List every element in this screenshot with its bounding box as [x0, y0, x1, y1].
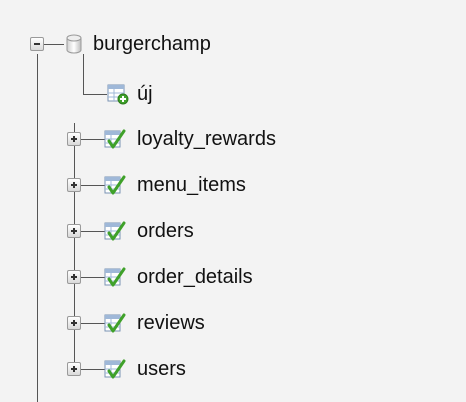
- tree-line: [83, 54, 84, 94]
- table-row[interactable]: orders: [0, 217, 466, 245]
- table-row[interactable]: order_details: [0, 263, 466, 291]
- table-structure-icon: [104, 129, 126, 149]
- tree-line: [81, 277, 105, 278]
- table-row[interactable]: users: [0, 355, 466, 383]
- expand-toggle[interactable]: [67, 224, 81, 238]
- new-table-icon: [107, 84, 129, 105]
- table-name[interactable]: orders: [137, 217, 194, 245]
- tree-line: [81, 323, 105, 324]
- tree-line: [81, 369, 105, 370]
- expand-toggle[interactable]: [67, 132, 81, 146]
- table-structure-icon: [104, 175, 126, 195]
- table-structure-icon: [104, 359, 126, 379]
- table-name[interactable]: loyalty_rewards: [137, 125, 276, 153]
- expand-toggle[interactable]: [67, 270, 81, 284]
- tree-line: [81, 231, 105, 232]
- table-name[interactable]: users: [137, 355, 186, 383]
- table-name[interactable]: menu_items: [137, 171, 246, 199]
- database-icon: [66, 34, 82, 54]
- database-name[interactable]: burgerchamp: [93, 30, 211, 58]
- new-table-row[interactable]: új: [0, 54, 466, 108]
- table-row[interactable]: menu_items: [0, 171, 466, 199]
- table-row[interactable]: loyalty_rewards: [0, 125, 466, 153]
- navigation-tree: burgerchamp új loyalty_rewards menu_items…: [0, 0, 466, 402]
- table-structure-icon: [104, 267, 126, 287]
- table-name[interactable]: reviews: [137, 309, 205, 337]
- expand-toggle[interactable]: [67, 178, 81, 192]
- new-table-label[interactable]: új: [137, 80, 153, 108]
- collapse-toggle[interactable]: [30, 37, 44, 51]
- tree-line: [81, 185, 105, 186]
- table-structure-icon: [104, 221, 126, 241]
- tree-line: [81, 139, 105, 140]
- tree-line: [83, 94, 107, 95]
- database-row[interactable]: burgerchamp: [0, 30, 466, 58]
- table-row[interactable]: reviews: [0, 309, 466, 337]
- table-structure-icon: [104, 313, 126, 333]
- expand-toggle[interactable]: [67, 316, 81, 330]
- table-name[interactable]: order_details: [137, 263, 253, 291]
- expand-toggle[interactable]: [67, 362, 81, 376]
- tree-line: [44, 44, 64, 45]
